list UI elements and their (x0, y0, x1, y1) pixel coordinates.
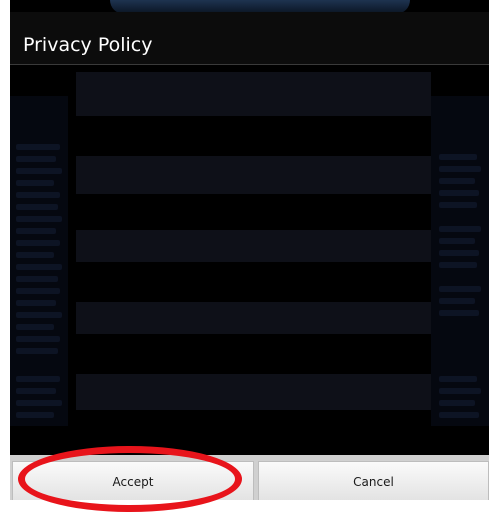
policy-intro-text (76, 72, 431, 116)
policy-section-text (76, 302, 431, 334)
policy-section-text (76, 156, 431, 194)
dialog-header: Privacy Policy (10, 12, 489, 65)
dialog-title: Privacy Policy (23, 34, 153, 56)
device-screen: Privacy Policy Accept Cancel (10, 0, 489, 500)
accept-button[interactable]: Accept (12, 461, 254, 500)
dialog-button-bar: Accept Cancel (10, 455, 489, 500)
cancel-button[interactable]: Cancel (258, 461, 489, 500)
policy-section-text (76, 374, 431, 410)
policy-scroll-area[interactable] (76, 72, 431, 442)
policy-section-text (76, 230, 431, 262)
background-text-left (10, 96, 68, 426)
background-text-right (431, 96, 489, 426)
